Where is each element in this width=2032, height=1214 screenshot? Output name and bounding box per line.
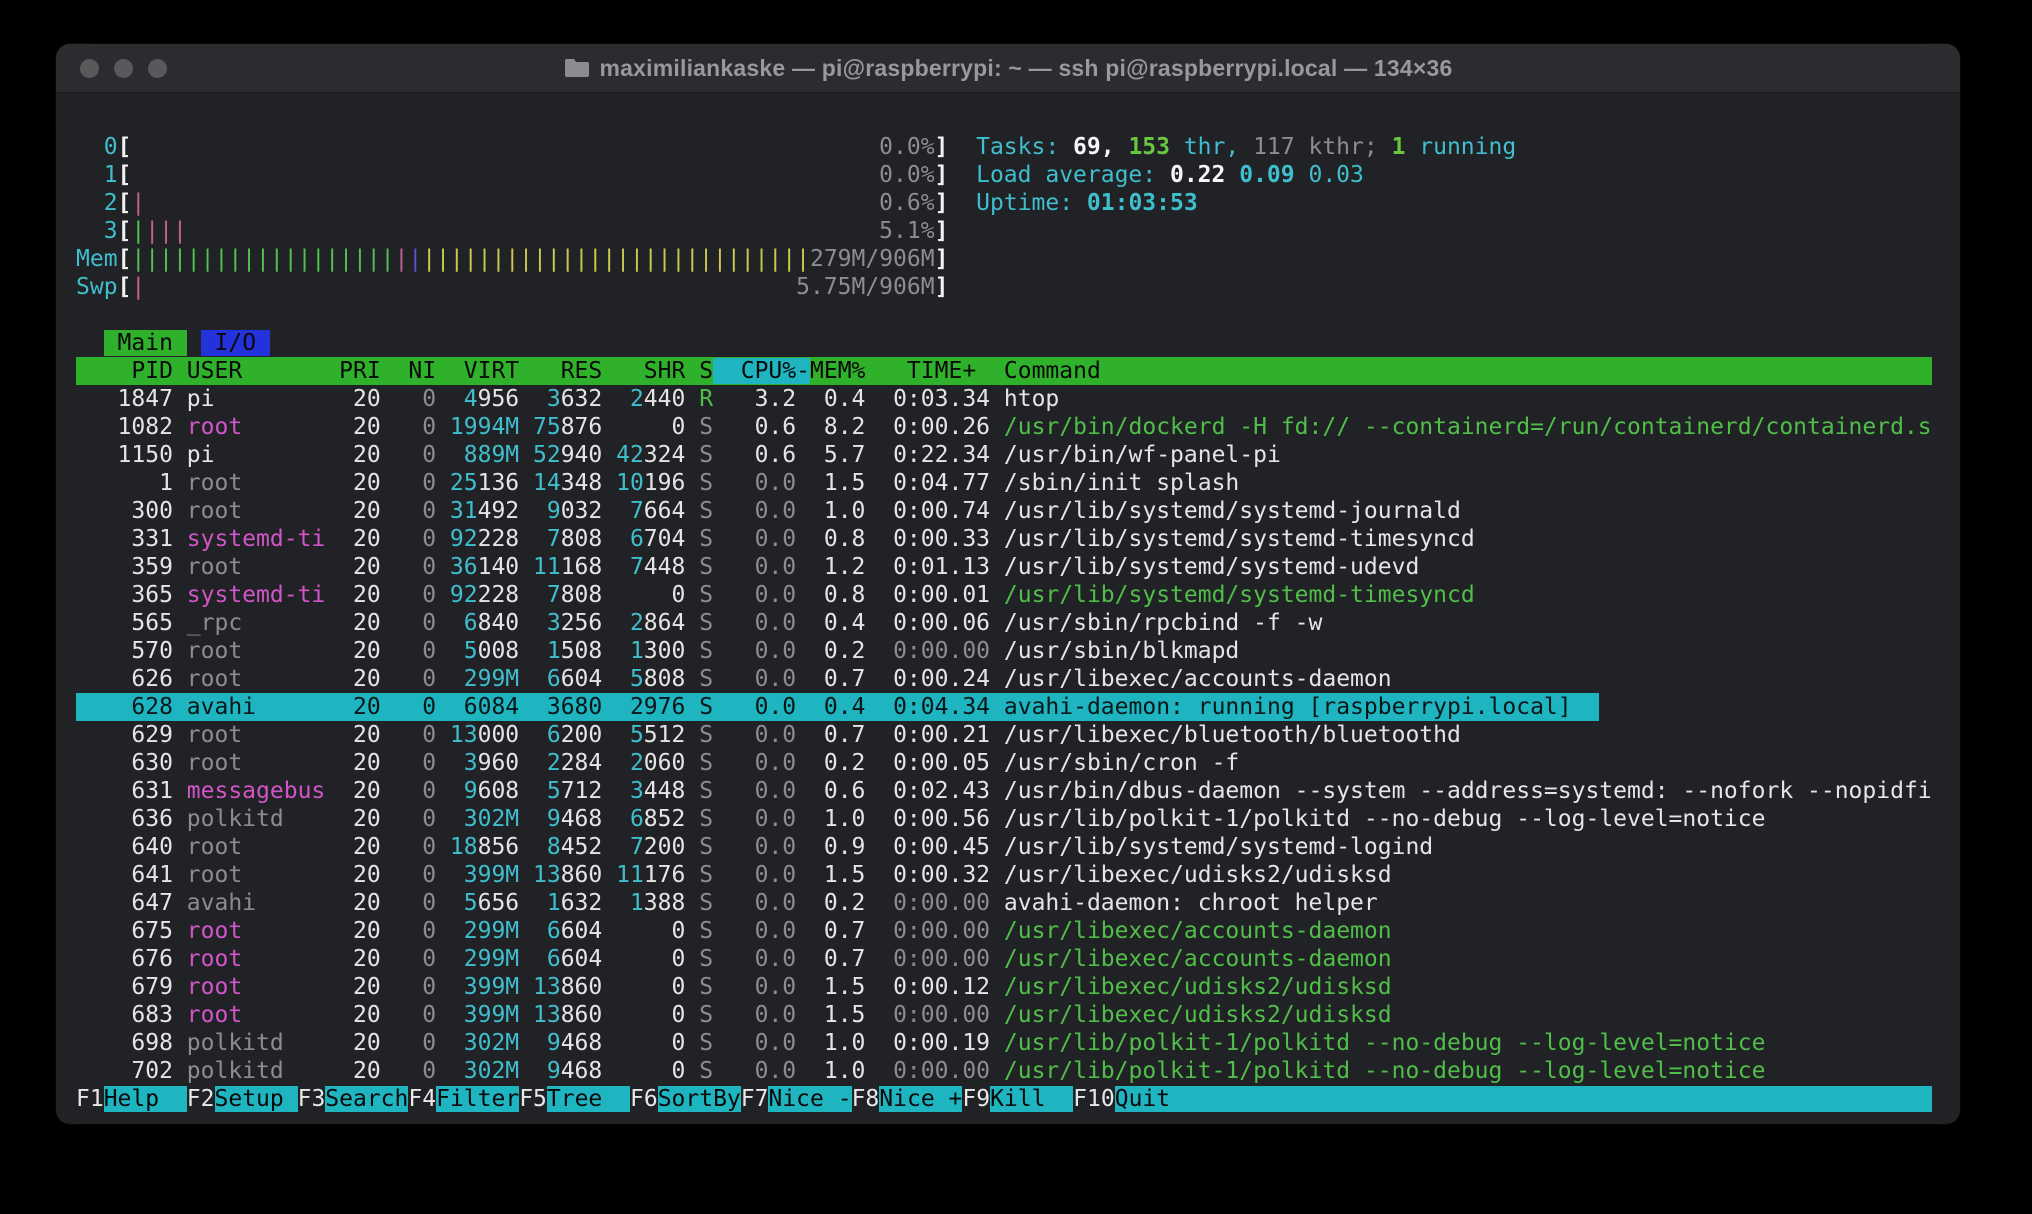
- process-row[interactable]: 675 root 20 0 299M 6604 0 S 0.0 0.7 0:00…: [76, 917, 1932, 945]
- process-row[interactable]: 1150 pi 20 0 889M 52940 42324 S 0.6 5.7 …: [76, 441, 1932, 469]
- function-key-bar: F1Help F2Setup F3SearchF4FilterF5Tree F6…: [76, 1085, 1932, 1113]
- process-row[interactable]: 629 root 20 0 13000 6200 5512 S 0.0 0.7 …: [76, 721, 1932, 749]
- screen-tabs: Main I/O: [76, 329, 1932, 357]
- fn-key-F3[interactable]: F3: [298, 1086, 326, 1112]
- fn-key-F2[interactable]: F2: [187, 1086, 215, 1112]
- close-button[interactable]: [80, 59, 99, 78]
- cpu3-meter: 3[|||| 5.1%]: [76, 217, 1932, 245]
- process-row[interactable]: 626 root 20 0 299M 6604 5808 S 0.0 0.7 0…: [76, 665, 1932, 693]
- process-row[interactable]: 359 root 20 0 36140 11168 7448 S 0.0 1.2…: [76, 553, 1932, 581]
- terminal-window: maximiliankaske — pi@raspberrypi: ~ — ss…: [56, 44, 1960, 1124]
- header-gap2: [990, 358, 1004, 384]
- header-gap1: [173, 358, 187, 384]
- cpu1-meter: 1[ 0.0%] Load average: 0.22 0.09 0.03: [76, 161, 1932, 189]
- window-title: maximiliankaske — pi@raspberrypi: ~ — ss…: [600, 55, 1453, 82]
- process-row-selected[interactable]: 628 avahi 20 0 6084 3680 2976 S 0.0 0.4 …: [76, 693, 1932, 721]
- fn-label-F7[interactable]: Nice -: [768, 1086, 851, 1112]
- fn-key-F5[interactable]: F5: [519, 1086, 547, 1112]
- fn-label-F9[interactable]: Kill: [990, 1086, 1073, 1112]
- fn-label-F6[interactable]: SortBy: [658, 1086, 741, 1112]
- process-row[interactable]: 1 root 20 0 25136 14348 10196 S 0.0 1.5 …: [76, 469, 1932, 497]
- header-command[interactable]: Command: [1004, 358, 1932, 384]
- header-virt[interactable]: VIRT: [436, 358, 519, 384]
- fn-label-F10[interactable]: Quit: [1115, 1086, 1198, 1112]
- process-row[interactable]: 640 root 20 0 18856 8452 7200 S 0.0 0.9 …: [76, 833, 1932, 861]
- process-row[interactable]: 1082 root 20 0 1994M 75876 0 S 0.6 8.2 0…: [76, 413, 1932, 441]
- header-sep[interactable]: -: [796, 358, 810, 384]
- header-user[interactable]: USER: [187, 358, 325, 384]
- process-row[interactable]: 698 polkitd 20 0 302M 9468 0 S 0.0 1.0 0…: [76, 1029, 1932, 1057]
- process-row[interactable]: 679 root 20 0 399M 13860 0 S 0.0 1.5 0:0…: [76, 973, 1932, 1001]
- fn-key-F9[interactable]: F9: [962, 1086, 990, 1112]
- minimize-button[interactable]: [114, 59, 133, 78]
- process-row[interactable]: 570 root 20 0 5008 1508 1300 S 0.0 0.2 0…: [76, 637, 1932, 665]
- fn-label-F8[interactable]: Nice +: [879, 1086, 962, 1112]
- folder-icon: [564, 58, 590, 78]
- fn-label-F2[interactable]: Setup: [215, 1086, 298, 1112]
- window-title-area: maximiliankaske — pi@raspberrypi: ~ — ss…: [564, 55, 1453, 82]
- fn-key-F1[interactable]: F1: [76, 1086, 104, 1112]
- process-row[interactable]: 331 systemd-ti 20 0 92228 7808 6704 S 0.…: [76, 525, 1932, 553]
- process-row[interactable]: 702 polkitd 20 0 302M 9468 0 S 0.0 1.0 0…: [76, 1057, 1932, 1085]
- zoom-button[interactable]: [148, 59, 167, 78]
- process-row[interactable]: 683 root 20 0 399M 13860 0 S 0.0 1.5 0:0…: [76, 1001, 1932, 1029]
- fn-key-F4[interactable]: F4: [408, 1086, 436, 1112]
- title-bar: maximiliankaske — pi@raspberrypi: ~ — ss…: [56, 44, 1960, 93]
- header-shr[interactable]: SHR: [602, 358, 685, 384]
- fn-label-F4[interactable]: Filter: [436, 1086, 519, 1112]
- header-s[interactable]: S: [685, 358, 713, 384]
- process-row[interactable]: 300 root 20 0 31492 9032 7664 S 0.0 1.0 …: [76, 497, 1932, 525]
- fn-key-F8[interactable]: F8: [852, 1086, 880, 1112]
- process-row[interactable]: 1847 pi 20 0 4956 3632 2440 R 3.2 0.4 0:…: [76, 385, 1932, 413]
- process-row[interactable]: 676 root 20 0 299M 6604 0 S 0.0 0.7 0:00…: [76, 945, 1932, 973]
- header-pri[interactable]: PRI: [325, 358, 380, 384]
- cpu2-meter: 2[| 0.6%] Uptime: 01:03:53: [76, 189, 1932, 217]
- header-cpu[interactable]: CPU%: [713, 358, 796, 384]
- process-table: 1847 pi 20 0 4956 3632 2440 R 3.2 0.4 0:…: [76, 385, 1960, 1085]
- fn-label-F3[interactable]: Search: [325, 1086, 408, 1112]
- process-row[interactable]: 630 root 20 0 3960 2284 2060 S 0.0 0.2 0…: [76, 749, 1932, 777]
- process-row[interactable]: 647 avahi 20 0 5656 1632 1388 S 0.0 0.2 …: [76, 889, 1932, 917]
- table-header: PID USER PRI NI VIRT RES SHR S CPU%-MEM%…: [76, 357, 1932, 385]
- fn-key-F7[interactable]: F7: [741, 1086, 769, 1112]
- htop-screen: 0[ 0.0%] Tasks: 69, 153 thr, 117 kthr; 1…: [56, 93, 1960, 1113]
- process-row[interactable]: 636 polkitd 20 0 302M 9468 6852 S 0.0 1.…: [76, 805, 1932, 833]
- meters-section: 0[ 0.0%] Tasks: 69, 153 thr, 117 kthr; 1…: [76, 133, 1960, 301]
- fn-key-F6[interactable]: F6: [630, 1086, 658, 1112]
- process-row[interactable]: 641 root 20 0 399M 13860 11176 S 0.0 1.5…: [76, 861, 1932, 889]
- fn-label-F5[interactable]: Tree: [547, 1086, 630, 1112]
- process-row[interactable]: 365 systemd-ti 20 0 92228 7808 0 S 0.0 0…: [76, 581, 1932, 609]
- fn-label-F1[interactable]: Help: [104, 1086, 187, 1112]
- header-time[interactable]: TIME+: [865, 358, 990, 384]
- fn-key-F10[interactable]: F10: [1073, 1086, 1115, 1112]
- header-ni[interactable]: NI: [381, 358, 436, 384]
- mem-meter: Mem[||||||||||||||||||||||||||||||||||||…: [76, 245, 1932, 273]
- blank-row: [76, 301, 1932, 329]
- cpu0-meter: 0[ 0.0%] Tasks: 69, 153 thr, 117 kthr; 1…: [76, 133, 1932, 161]
- tab-main[interactable]: Main: [104, 330, 187, 356]
- traffic-lights: [80, 44, 167, 92]
- process-row[interactable]: 631 messagebus 20 0 9608 5712 3448 S 0.0…: [76, 777, 1932, 805]
- swp-meter: Swp[| 5.75M/906M]: [76, 273, 1932, 301]
- header-mem[interactable]: MEM%: [810, 358, 865, 384]
- tab-io[interactable]: I/O: [201, 330, 270, 356]
- header-res[interactable]: RES: [519, 358, 602, 384]
- process-row[interactable]: 565 _rpc 20 0 6840 3256 2864 S 0.0 0.4 0…: [76, 609, 1932, 637]
- header-pid[interactable]: PID: [76, 358, 173, 384]
